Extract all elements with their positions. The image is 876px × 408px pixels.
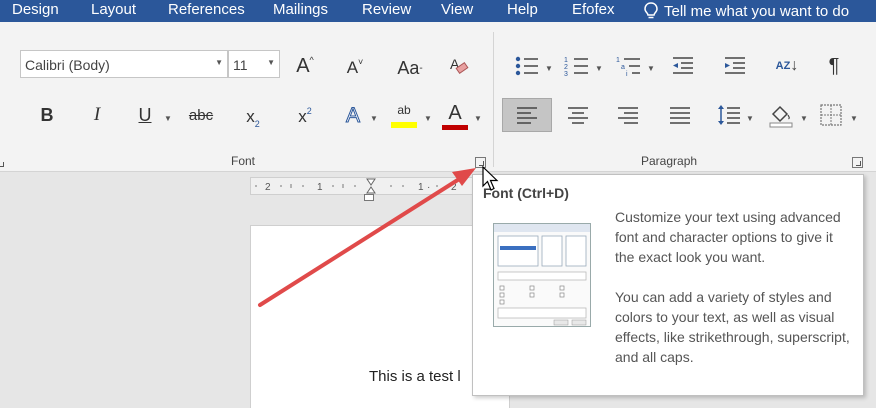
annotation-arrow-icon [258, 168, 476, 307]
mouse-cursor-icon [482, 166, 499, 191]
